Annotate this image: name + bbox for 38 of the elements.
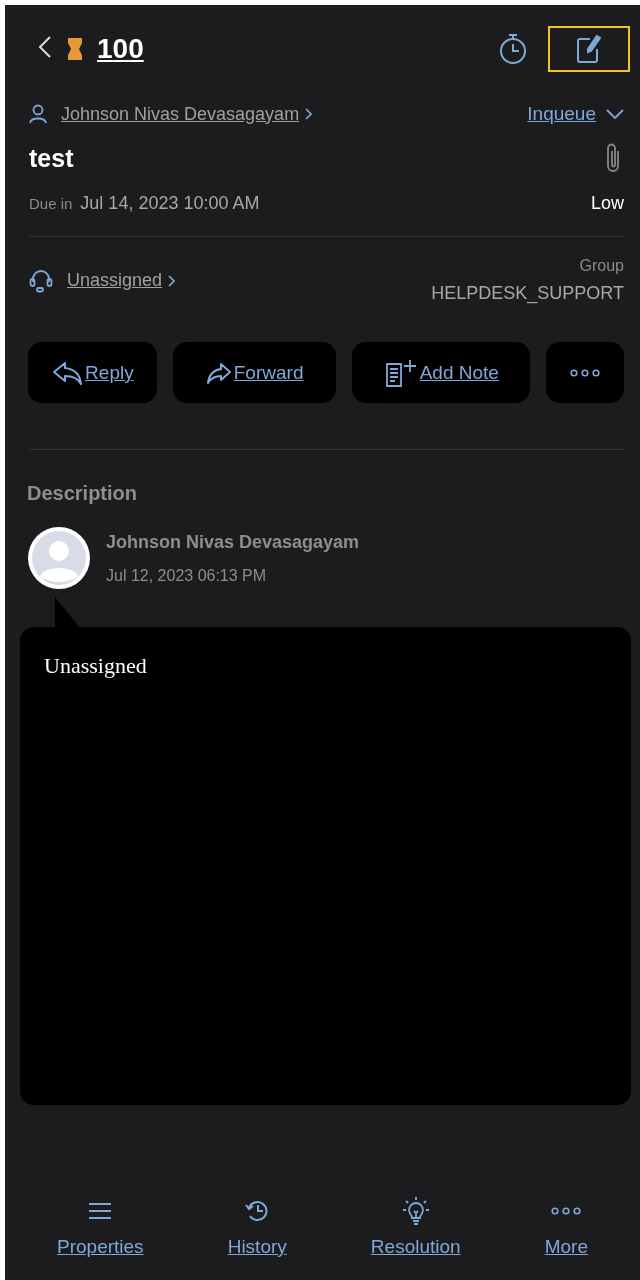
due-label: Due in	[29, 195, 73, 212]
tab-button[interactable]: Properties	[57, 1196, 144, 1258]
pencil-square-icon	[576, 34, 602, 64]
ticket-subject: test	[29, 143, 74, 173]
stopwatch-icon[interactable]	[498, 33, 528, 65]
tab-button[interactable]: More	[544, 1196, 588, 1258]
status-dropdown[interactable]: Inqueue	[527, 103, 624, 125]
person-icon	[29, 104, 47, 124]
chevron-right-icon	[305, 108, 313, 120]
forward-button[interactable]: Forward	[172, 342, 337, 403]
menu-icon	[88, 1202, 113, 1220]
chevron-right-icon	[168, 274, 176, 287]
message-text: Unassigned	[44, 653, 148, 679]
section-heading: Description	[26, 481, 139, 505]
edit-button[interactable]	[548, 26, 630, 72]
tab-button[interactable]: History	[227, 1196, 287, 1258]
headset-icon	[29, 268, 53, 293]
note-button[interactable]: Add Note	[352, 342, 531, 403]
due-date: Jul 14, 2023 10:00 AM	[80, 193, 260, 214]
avatar-icon	[28, 527, 90, 589]
forward-arrow-icon	[205, 361, 232, 384]
add-note-icon	[383, 358, 418, 387]
ticket-icon	[67, 38, 83, 60]
ticket-number[interactable]: 100	[97, 33, 144, 65]
requester-link[interactable]: Johnson Nivas Devasagayam	[61, 103, 300, 125]
reply-arrow-icon	[51, 359, 84, 386]
priority-text: Low	[590, 193, 624, 214]
more-dots-icon	[551, 1207, 582, 1215]
tab-button[interactable]: Resolution	[370, 1196, 461, 1258]
group-label: Group	[578, 257, 624, 275]
post-time: Jul 12, 2023 06:13 PM	[106, 566, 268, 585]
more-dots-icon	[570, 368, 601, 377]
lightbulb-icon	[401, 1196, 430, 1226]
author-name: Johnson Nivas Devasagayam	[106, 531, 360, 553]
agent-link[interactable]: Unassigned	[67, 270, 163, 291]
group-name: HELPDESK_SUPPORT	[431, 283, 624, 304]
chevron-down-icon	[606, 109, 624, 119]
reply-button[interactable]: Reply	[28, 342, 157, 403]
